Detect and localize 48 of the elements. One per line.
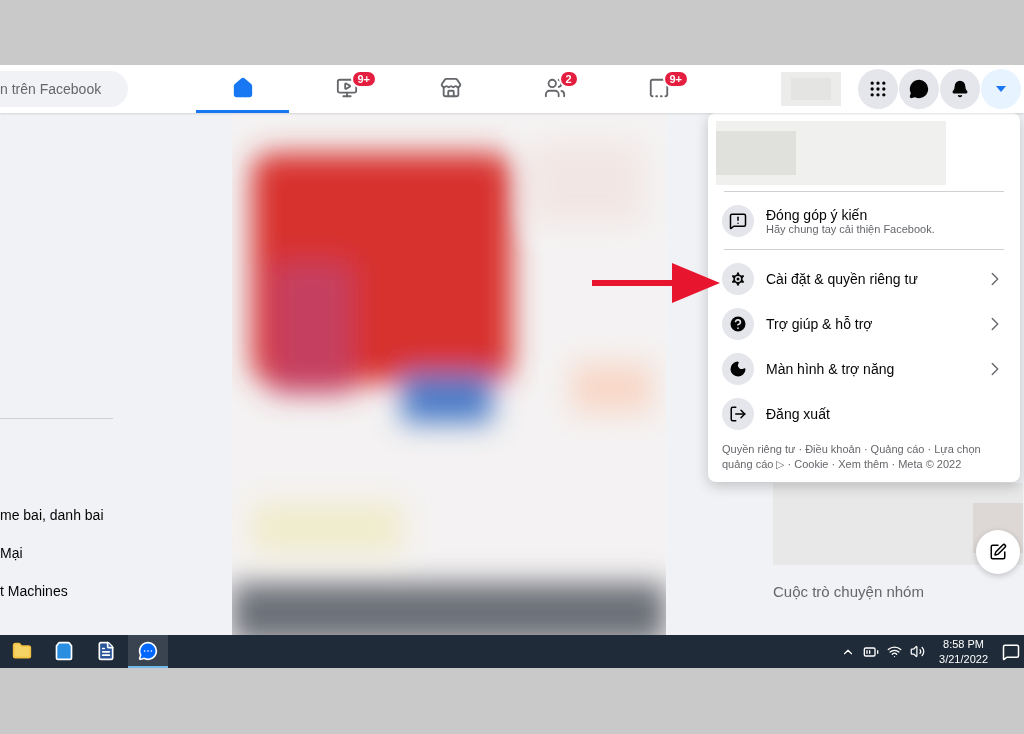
count-badge: 2 xyxy=(558,70,579,88)
feedback-icon xyxy=(729,211,747,230)
compose-icon xyxy=(989,543,1007,561)
sidebar-item[interactable]: t Machines xyxy=(0,583,232,621)
chat-icon xyxy=(138,640,158,661)
nav-tab[interactable]: 9+ xyxy=(300,65,393,113)
help-icon xyxy=(728,313,748,334)
menu-item[interactable]: Trợ giúp & hỗ trợ xyxy=(716,301,1012,346)
menu-item[interactable]: Đóng góp ý kiến Hãy chung tay cải thiện Facebook. xyxy=(716,198,1012,243)
menu-description: Hãy chung tay cải thiện Facebook. xyxy=(766,222,936,235)
square-icon xyxy=(647,76,670,99)
sidebar-item[interactable]: Mại xyxy=(0,545,232,583)
messenger-button[interactable] xyxy=(899,69,939,109)
sidebar-item[interactable]: me bai, danh bai xyxy=(0,507,232,545)
notification-icon[interactable] xyxy=(1002,642,1020,661)
menu-label: Màn hình & trợ năng xyxy=(766,360,896,377)
bell-icon xyxy=(951,80,969,98)
caret-icon xyxy=(995,85,1007,93)
settings-icon xyxy=(729,269,747,288)
nav-tab[interactable]: 2 xyxy=(508,65,601,113)
menu-label: Trợ giúp & hỗ trợ xyxy=(766,315,874,332)
menu-item[interactable]: Đăng xuất xyxy=(716,391,1012,436)
taskbar-app[interactable] xyxy=(128,635,168,668)
search-field[interactable]: n trên Facebook xyxy=(0,71,128,107)
count-badge: 9+ xyxy=(350,70,378,88)
grid-icon xyxy=(868,79,888,99)
apps-button[interactable] xyxy=(858,69,898,109)
people-icon xyxy=(543,76,566,99)
volume-icon[interactable] xyxy=(910,644,926,659)
count-badge: 9+ xyxy=(662,70,690,88)
menu-label: Cài đặt & quyền riêng tư xyxy=(766,270,919,287)
clock[interactable]: 8:58 PM 3/21/2022 xyxy=(939,636,988,667)
nav-tab[interactable]: 9+ xyxy=(612,65,705,113)
section-title: Cuộc trò chuyện nhóm xyxy=(773,583,925,600)
menu-item[interactable]: Cài đặt & quyền riêng tư xyxy=(716,256,1012,301)
home-icon xyxy=(231,76,254,99)
logout-icon xyxy=(729,404,747,423)
bell-button[interactable] xyxy=(940,69,980,109)
messenger-icon xyxy=(909,79,929,99)
document-icon xyxy=(96,640,116,661)
menu-label: Đăng xuất xyxy=(766,405,831,422)
folder-icon xyxy=(12,640,32,661)
moon-icon xyxy=(729,359,747,378)
wifi-icon[interactable] xyxy=(887,644,903,659)
menu-item[interactable]: Màn hình & trợ năng xyxy=(716,346,1012,391)
footer-links: Quyền riêng tư · Điều khoản · Quảng cáo · Lựa chọn quảng cáo ▷ · Cookie · Xem thêm · Meta © 2022 xyxy=(721,442,982,472)
menu-label: Đóng góp ý kiến xyxy=(766,206,869,223)
video-icon xyxy=(335,76,358,99)
